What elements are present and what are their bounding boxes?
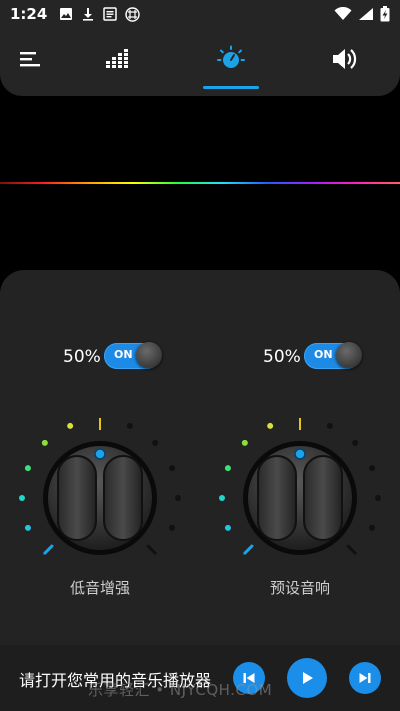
level-dot xyxy=(126,422,133,429)
level-dot xyxy=(369,465,376,472)
level-dot xyxy=(219,495,225,501)
status-bar: 1:24 xyxy=(0,0,400,28)
bass-boost-toggle[interactable]: ON xyxy=(104,342,162,369)
virtualizer-knob[interactable] xyxy=(215,405,385,565)
knob-grip-right xyxy=(103,455,143,541)
play-button[interactable] xyxy=(287,658,327,698)
level-dot xyxy=(169,524,176,531)
status-time: 1:24 xyxy=(10,5,48,23)
status-left-icons xyxy=(59,6,141,22)
knob-grip-left xyxy=(57,455,97,541)
toggle-thumb xyxy=(136,342,162,368)
virtualizer-caption: 预设音响 xyxy=(269,579,330,597)
virtualizer-percent: 50% xyxy=(263,347,301,367)
equalizer-icon xyxy=(106,49,128,68)
text-icon xyxy=(103,7,118,21)
tab-equalizer[interactable] xyxy=(88,28,148,90)
knob-grip-left xyxy=(257,455,297,541)
level-dot xyxy=(152,439,159,446)
signal-icon xyxy=(359,8,373,20)
next-button[interactable] xyxy=(349,662,381,694)
bass-boost-percent: 50% xyxy=(63,347,101,367)
active-tab-indicator xyxy=(203,86,259,89)
level-dot xyxy=(369,524,376,531)
max-mark xyxy=(146,544,157,555)
next-icon xyxy=(359,673,371,683)
bass-boost-caption: 低音增强 xyxy=(69,579,130,597)
play-icon xyxy=(303,672,313,684)
level-dot xyxy=(375,495,381,501)
tab-menu[interactable] xyxy=(0,28,60,90)
image-icon xyxy=(60,8,73,20)
wifi-icon xyxy=(334,7,352,20)
knob-graphic xyxy=(19,418,181,555)
top-tab-bar xyxy=(0,28,400,96)
level-dot xyxy=(19,495,25,501)
crosshatch-icon xyxy=(125,6,141,22)
menu-icon xyxy=(20,52,40,67)
spectrum-visualizer-line xyxy=(0,182,400,184)
battery-charging-icon xyxy=(380,6,390,22)
bass-boost-knob[interactable] xyxy=(15,405,185,565)
download-icon xyxy=(83,8,94,21)
level-dot xyxy=(241,439,248,446)
knob-graphic xyxy=(219,418,381,555)
knob-indicator xyxy=(94,448,106,460)
speaker-icon xyxy=(333,49,357,69)
watermark: 乐享轻汇 • NJYCQH.COM xyxy=(88,681,273,699)
status-right-icons xyxy=(334,6,390,22)
knob-grip-right xyxy=(303,455,343,541)
level-dot xyxy=(224,524,231,531)
virtualizer-toggle[interactable]: ON xyxy=(304,342,362,369)
virtualizer-toggle-label: ON xyxy=(314,348,333,361)
tab-virtualizer[interactable] xyxy=(314,28,374,90)
min-mark xyxy=(243,544,254,555)
level-dot xyxy=(224,465,231,472)
tab-bass[interactable] xyxy=(201,28,261,90)
bass-knob-icon xyxy=(217,45,245,68)
max-mark xyxy=(346,544,357,555)
level-dot xyxy=(67,422,74,429)
level-dot xyxy=(267,422,274,429)
bass-boost-toggle-label: ON xyxy=(114,348,133,361)
level-dot xyxy=(24,524,31,531)
min-mark xyxy=(43,544,54,555)
level-dot xyxy=(24,465,31,472)
level-dot xyxy=(41,439,48,446)
toggle-thumb xyxy=(336,342,362,368)
level-dot xyxy=(175,495,181,501)
level-dot xyxy=(326,422,333,429)
level-dot xyxy=(352,439,359,446)
level-dot xyxy=(169,465,176,472)
knob-indicator xyxy=(294,448,306,460)
